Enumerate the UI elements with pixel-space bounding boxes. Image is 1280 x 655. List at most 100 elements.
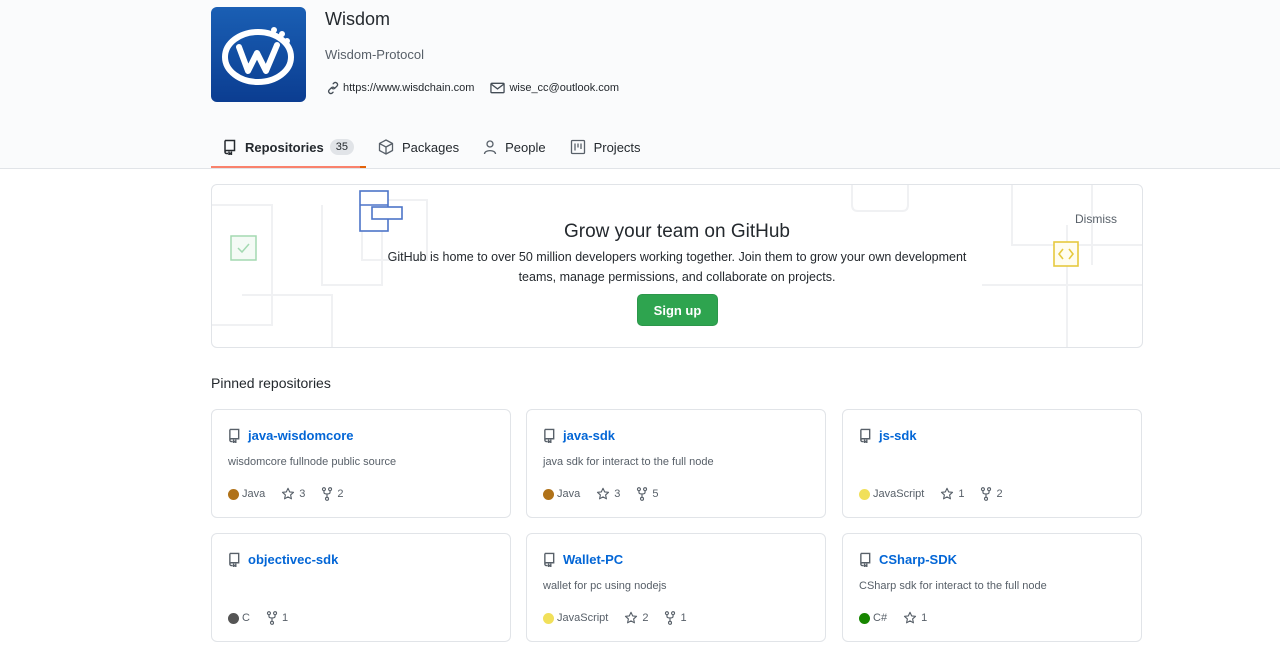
org-name: Wisdom: [325, 9, 391, 29]
dismiss-button[interactable]: Dismiss: [1075, 212, 1117, 226]
pinned-repo-card: js-sdk JavaScript 1 2: [842, 409, 1142, 518]
language-label: JavaScript: [873, 488, 925, 500]
language-color-dot: [859, 612, 870, 624]
repo-language: JavaScript: [543, 612, 608, 624]
org-description: Wisdom-Protocol: [325, 47, 424, 62]
repo-forks[interactable]: 5: [636, 487, 659, 501]
repo-name-link[interactable]: objectivec-sdk: [248, 552, 338, 567]
tab-label: Repositories: [245, 139, 324, 155]
email-link[interactable]: wise_cc@outlook.com: [509, 82, 619, 94]
language-label: C: [242, 612, 250, 624]
repo-forks[interactable]: 2: [321, 487, 344, 501]
repo-header: java-sdk: [543, 428, 615, 443]
language-label: Java: [557, 488, 581, 500]
star-count: 1: [958, 488, 965, 500]
repo-stats: Java 3 2: [228, 487, 360, 501]
org-email[interactable]: wise_cc@outlook.com: [490, 81, 619, 95]
fork-icon: [637, 487, 648, 501]
website-link[interactable]: https://www.wisdchain.com: [343, 82, 474, 94]
repo-icon: [229, 428, 240, 443]
repo-forks[interactable]: 1: [266, 611, 288, 625]
language-label: Java: [242, 488, 266, 500]
person-icon: [483, 140, 497, 155]
star-icon: [903, 611, 917, 624]
star-icon: [941, 487, 954, 500]
repo-description: wisdomcore fullnode public source: [228, 456, 397, 468]
repo-stars[interactable]: 2: [624, 611, 648, 625]
language-color-dot: [228, 488, 239, 500]
tab-repositories[interactable]: Repositories 35: [211, 128, 366, 168]
sign-up-button[interactable]: Sign up: [637, 294, 718, 326]
tab-label: People: [505, 139, 546, 155]
repo-stars[interactable]: 1: [940, 487, 964, 501]
repo-header: Wallet-PC: [543, 552, 623, 567]
tab-label: Packages: [402, 139, 460, 155]
mail-icon: [490, 82, 506, 94]
star-icon: [597, 487, 610, 500]
pinned-repositories-heading: Pinned repositories: [211, 375, 331, 391]
repo-name-link[interactable]: java-wisdomcore: [248, 428, 354, 443]
link-icon: [328, 81, 339, 95]
repo-header: objectivec-sdk: [228, 552, 338, 567]
org-meta: https://www.wisdchain.com wise_cc@outloo…: [325, 81, 635, 95]
repo-forks[interactable]: 1: [664, 611, 687, 625]
repo-description: java sdk for interact to the full node: [543, 456, 714, 468]
language-label: C#: [873, 612, 888, 624]
repo-stats: C# 1: [859, 611, 943, 625]
repo-count-badge: 35: [329, 139, 354, 155]
package-icon: [378, 139, 394, 155]
repo-icon: [544, 552, 555, 567]
language-label: JavaScript: [557, 612, 609, 624]
repo-icon: [544, 428, 555, 443]
repo-stars[interactable]: 1: [903, 611, 927, 625]
repo-stats: C1: [228, 611, 304, 625]
language-color-dot: [228, 612, 239, 624]
repo-language: JavaScript: [859, 488, 924, 500]
signup-banner: Grow your team on GitHub GitHub is home …: [211, 184, 1143, 348]
language-color-dot: [543, 488, 554, 500]
repo-name-link[interactable]: js-sdk: [879, 428, 917, 443]
language-color-dot: [859, 488, 870, 500]
repo-description: wallet for pc using nodejs: [543, 580, 667, 592]
repo-name-link[interactable]: CSharp-SDK: [879, 552, 957, 567]
pinned-repo-card: CSharp-SDK CSharp sdk for interact to the…: [842, 533, 1142, 642]
repo-stats: Java 3 5: [543, 487, 675, 501]
language-color-dot: [543, 612, 554, 624]
repo-icon: [229, 552, 240, 567]
fork-icon: [322, 487, 333, 501]
tab-packages[interactable]: Packages: [366, 128, 471, 168]
repo-icon: [860, 428, 871, 443]
tab-people[interactable]: People: [471, 128, 557, 168]
repo-header: CSharp-SDK: [859, 552, 957, 567]
repo-language: C: [228, 612, 250, 624]
repo-stats: JavaScript 2 1: [543, 611, 703, 625]
pinned-repo-card: java-sdk java sdk for interact to the ful…: [526, 409, 826, 518]
star-icon: [282, 487, 295, 500]
repo-name-link[interactable]: java-sdk: [563, 428, 615, 443]
repo-header: js-sdk: [859, 428, 917, 443]
fork-icon: [266, 611, 278, 625]
repo-forks[interactable]: 2: [980, 487, 1003, 501]
star-count: 2: [642, 612, 649, 624]
org-website[interactable]: https://www.wisdchain.com: [325, 81, 474, 95]
repo-language: C#: [859, 612, 887, 624]
org-header: Wisdom Wisdom-Protocol https://www.wisdc…: [0, 0, 1280, 169]
banner-title: Grow your team on GitHub: [564, 221, 790, 242]
fork-icon: [981, 487, 992, 501]
repo-language: Java: [543, 488, 580, 500]
pinned-repo-card: Wallet-PC wallet for pc using nodejs JavaS…: [526, 533, 826, 642]
fork-count: 2: [337, 488, 344, 500]
pinned-repo-card: objectivec-sdk C 1: [211, 533, 511, 642]
tab-label: Projects: [593, 139, 641, 155]
fork-count: 5: [652, 488, 659, 500]
star-count: 3: [299, 488, 306, 500]
tab-underline: [211, 166, 360, 168]
org-nav-tabs: Repositories 35 Packages People Projects: [211, 128, 653, 168]
repo-name-link[interactable]: Wallet-PC: [563, 552, 623, 567]
org-avatar[interactable]: [211, 7, 306, 102]
tab-projects[interactable]: Projects: [558, 128, 653, 168]
repo-stars[interactable]: 3: [281, 487, 305, 501]
fork-icon: [665, 611, 676, 625]
repo-stars[interactable]: 3: [596, 487, 620, 501]
fork-count: 1: [281, 612, 289, 624]
